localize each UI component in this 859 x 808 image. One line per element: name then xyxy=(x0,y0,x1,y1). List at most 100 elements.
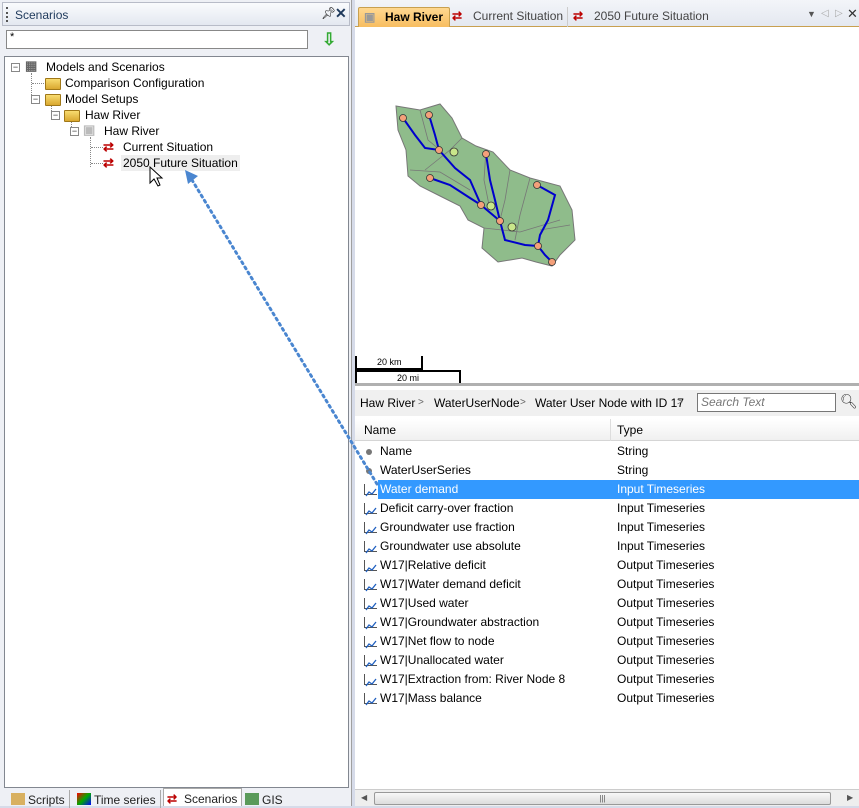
table-row[interactable]: W17|Mass balance Output Timeseries xyxy=(355,689,859,708)
scroll-right-arrow-icon[interactable]: ▶ xyxy=(847,793,853,802)
collapse-toggle[interactable]: − xyxy=(31,95,40,104)
collapse-toggle[interactable]: − xyxy=(70,127,79,136)
search-icon[interactable]: 🔍︎ xyxy=(840,393,858,410)
tab-gis[interactable]: GIS xyxy=(242,790,287,808)
cell-name: Name xyxy=(380,444,413,458)
timeseries-icon xyxy=(364,655,377,668)
table-row[interactable]: W17|Net flow to node Output Timeseries xyxy=(355,632,859,651)
table-row[interactable]: Name String xyxy=(355,442,859,461)
table-row[interactable]: W17|Relative deficit Output Timeseries xyxy=(355,556,859,575)
property-dot-icon xyxy=(366,468,372,474)
table-row[interactable]: Deficit carry-over fraction Input Timeser… xyxy=(355,499,859,518)
breadcrumb-separator[interactable]: > xyxy=(418,397,424,408)
table-row[interactable]: W17|Used water Output Timeseries xyxy=(355,594,859,613)
breadcrumb: Haw River > WaterUserNode > Water User N… xyxy=(355,390,859,416)
timeseries-icon xyxy=(364,636,377,649)
scenario-icon: ⇄ xyxy=(103,155,114,170)
document-tab-strip: ▣ Haw River ⇄ Current Situation ⇄ 2050 Futu… xyxy=(355,0,859,27)
scenario-tree: − ▦ Models and Scenarios Comparison Conf… xyxy=(4,56,349,788)
breadcrumb-separator[interactable]: > xyxy=(677,397,683,408)
tree-node-2050-future-situation[interactable]: 2050 Future Situation xyxy=(121,155,240,171)
tab-label: Haw River xyxy=(385,10,444,24)
scenario-icon: ⇄ xyxy=(573,9,584,23)
timeseries-icon xyxy=(364,693,377,706)
table-row[interactable]: Groundwater use absolute Input Timeseries xyxy=(355,537,859,556)
cell-type: Output Timeseries xyxy=(617,577,715,591)
timeseries-icon xyxy=(364,598,377,611)
table-row[interactable]: WaterUserSeries String xyxy=(355,461,859,480)
splitter[interactable] xyxy=(355,383,859,386)
breadcrumb-item[interactable]: WaterUserNode xyxy=(434,396,520,410)
cell-name: W17|Extraction from: River Node 8 xyxy=(380,672,566,686)
breadcrumb-item[interactable]: Haw River xyxy=(360,396,415,410)
table-row[interactable]: Groundwater use fraction Input Timeseries xyxy=(355,518,859,537)
cell-type: Input Timeseries xyxy=(617,539,706,553)
tab-scripts[interactable]: Scripts xyxy=(8,790,70,808)
tab-time-series[interactable]: Time series xyxy=(74,790,161,808)
map-canvas[interactable] xyxy=(355,27,859,383)
cell-type: Output Timeseries xyxy=(617,672,715,686)
cell-name: W17|Used water xyxy=(380,596,469,610)
pin-icon[interactable]: 📌︎ xyxy=(321,6,336,20)
scroll-left-arrow-icon[interactable]: ◀ xyxy=(361,793,367,802)
cell-type: Output Timeseries xyxy=(617,558,715,572)
close-document-icon[interactable]: ✕ xyxy=(847,6,858,22)
tab-label: Time series xyxy=(94,793,156,807)
collapse-toggle[interactable]: − xyxy=(11,63,20,72)
tab-label: GIS xyxy=(262,793,283,807)
layers-icon xyxy=(245,793,259,805)
column-header-name[interactable]: Name xyxy=(364,423,396,437)
cell-type: String xyxy=(617,463,649,477)
table-row[interactable]: W17|Groundwater abstraction Output Timese… xyxy=(355,613,859,632)
scenario-icon: ⇄ xyxy=(167,792,178,806)
tab-list-dropdown-icon[interactable]: ▼ xyxy=(807,9,816,19)
tree-node-model-setups[interactable]: Model Setups xyxy=(65,91,138,107)
table-row[interactable]: W17|Water demand deficit Output Timeserie… xyxy=(355,575,859,594)
property-dot-icon xyxy=(366,449,372,455)
collapse-toggle[interactable]: − xyxy=(51,111,60,120)
timeseries-icon xyxy=(364,674,377,687)
horizontal-scrollbar[interactable]: ◀ ||| ▶ xyxy=(355,789,859,806)
cell-type: Output Timeseries xyxy=(617,653,715,667)
tab-scenarios[interactable]: ⇄ Scenarios xyxy=(163,788,243,806)
scroll-right-icon[interactable]: ▷ xyxy=(835,8,843,19)
search-text-input[interactable]: Search Text xyxy=(697,393,836,412)
scenario-icon: ⇄ xyxy=(103,139,114,154)
chart-icon xyxy=(77,793,91,805)
drag-grip-icon[interactable] xyxy=(6,7,8,22)
cell-name: Groundwater use absolute xyxy=(380,539,521,553)
cell-name: W17|Groundwater abstraction xyxy=(380,615,540,629)
column-header-type[interactable]: Type xyxy=(617,423,643,437)
tree-node-haw-river-folder[interactable]: Haw River xyxy=(85,107,140,123)
search-input[interactable]: * xyxy=(6,30,308,49)
cell-name: W17|Relative deficit xyxy=(380,558,486,572)
tab-label: Scenarios xyxy=(184,792,238,806)
database-scenario-icon: ▦ xyxy=(25,58,38,73)
tab-2050-future-situation[interactable]: ⇄ 2050 Future Situation xyxy=(567,7,709,27)
tab-current-situation[interactable]: ⇄ Current Situation xyxy=(447,7,563,27)
table-row[interactable]: W17|Unallocated water Output Timeseries xyxy=(355,651,859,670)
cell-type: Output Timeseries xyxy=(617,596,715,610)
scroll-icon xyxy=(11,793,25,805)
close-icon[interactable]: ✕ xyxy=(335,5,347,22)
tree-node-models-and-scenarios[interactable]: Models and Scenarios xyxy=(46,59,165,75)
breadcrumb-item[interactable]: Water User Node with ID 17 xyxy=(535,396,684,410)
cell-name: Water demand xyxy=(380,480,459,499)
tree-node-haw-river-model[interactable]: Haw River xyxy=(104,123,159,139)
tab-haw-river[interactable]: ▣ Haw River xyxy=(358,7,451,27)
tree-node-current-situation[interactable]: Current Situation xyxy=(123,139,213,155)
folder-icon xyxy=(45,78,61,90)
map-view[interactable]: 20 km 20 mi xyxy=(355,27,859,383)
scrollbar-thumb[interactable]: ||| xyxy=(374,792,831,805)
cell-name: W17|Mass balance xyxy=(380,691,482,705)
cell-type: String xyxy=(617,444,649,458)
timeseries-icon xyxy=(364,579,377,592)
table-row[interactable]: W17|Extraction from: River Node 8 Output … xyxy=(355,670,859,689)
tree-node-comparison-configuration[interactable]: Comparison Configuration xyxy=(65,75,204,91)
scroll-left-icon[interactable]: ◁ xyxy=(821,8,829,19)
arrow-down-icon[interactable]: ⇩ xyxy=(322,30,336,50)
table-row[interactable]: Water demand Input Timeseries xyxy=(364,480,859,499)
model-block-icon: ▣ xyxy=(83,122,96,137)
breadcrumb-separator[interactable]: > xyxy=(520,397,526,408)
cell-type: Output Timeseries xyxy=(617,691,715,705)
